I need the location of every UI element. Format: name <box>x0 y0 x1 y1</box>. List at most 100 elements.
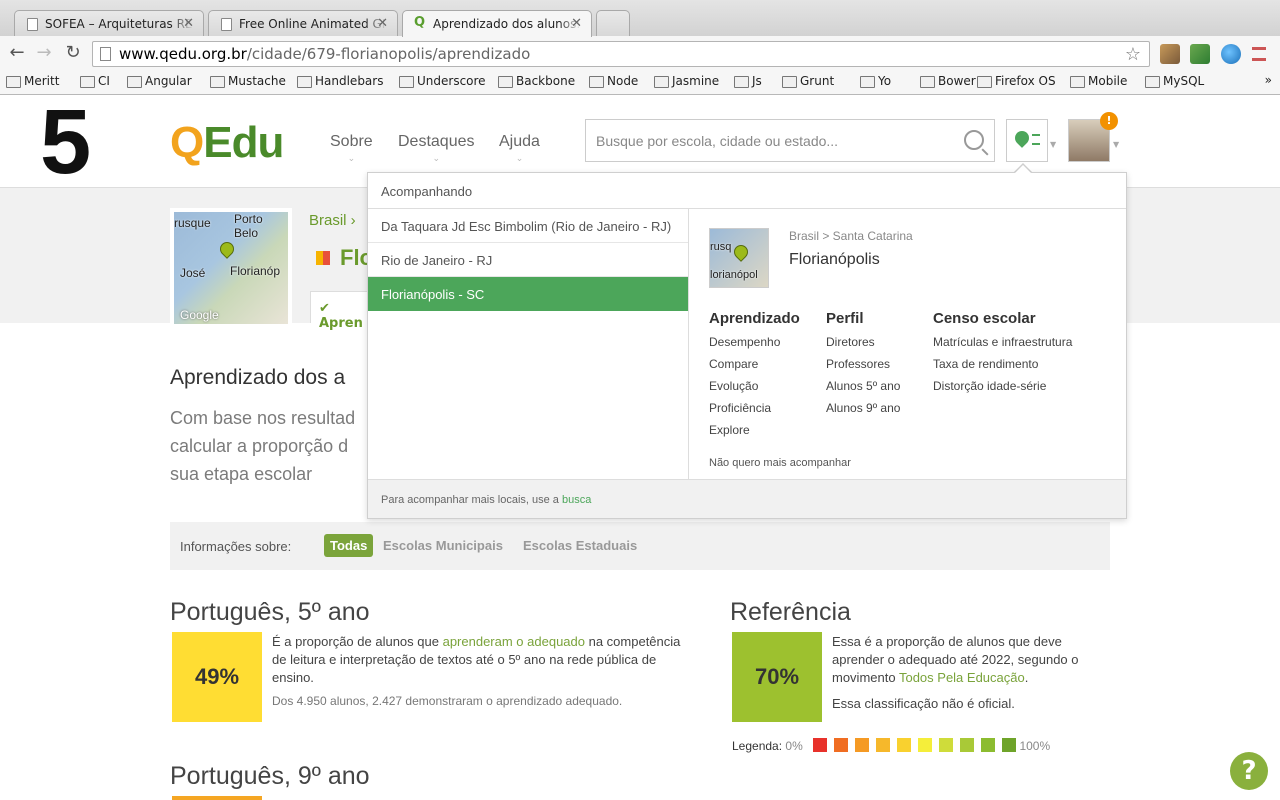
bookmark-item[interactable]: Backbone <box>498 74 575 88</box>
link-alunos-9[interactable]: Alunos 9º ano <box>826 397 900 419</box>
column-heading[interactable]: Perfil <box>826 310 900 327</box>
extension-icon[interactable] <box>1190 44 1210 64</box>
url-host: www.qedu.org.br <box>119 45 247 63</box>
legend-swatch <box>834 738 849 752</box>
map-label: José <box>180 266 206 280</box>
bookmark-item[interactable]: MySQL <box>1145 74 1204 88</box>
search-placeholder: Busque por escola, cidade ou estado... <box>596 133 839 149</box>
map-marker-icon <box>217 239 237 259</box>
column-heading[interactable]: Aprendizado <box>709 310 800 327</box>
dropdown-arrow-fill <box>1014 165 1032 174</box>
browser-tab-3[interactable]: Q Aprendizado dos alunos: F ✕ <box>402 10 592 37</box>
close-tab-icon[interactable]: ✕ <box>183 16 194 31</box>
google-logo: Google <box>180 308 219 322</box>
link-taxa-rendimento[interactable]: Taxa de rendimento <box>933 353 1072 375</box>
search-input[interactable]: Busque por escola, cidade ou estado... <box>585 119 995 162</box>
browser-tab-1[interactable]: SOFEA – Arquiteturas REST ✕ <box>14 10 204 36</box>
following-dropdown: Acompanhando Da Taquara Jd Esc Bimbolim … <box>367 172 1127 519</box>
bookmark-item[interactable]: Angular <box>127 74 192 88</box>
bookmark-item[interactable]: Mustache <box>210 74 286 88</box>
city-map-thumbnail[interactable]: rusq lorianópol <box>709 228 769 288</box>
search-icon[interactable] <box>964 130 984 150</box>
followed-item-selected[interactable]: Florianópolis - SC <box>368 277 688 311</box>
address-bar[interactable]: www.qedu.org.br/cidade/679-florianopolis… <box>92 41 1150 67</box>
browser-tab-2[interactable]: Free Online Animated GIF M ✕ <box>208 10 398 36</box>
globe-extension-icon[interactable] <box>1221 44 1241 64</box>
close-tab-icon[interactable]: ✕ <box>377 16 388 31</box>
bookmark-item[interactable]: Grunt <box>782 74 834 88</box>
unfollow-link[interactable]: Não quero mais acompanhar <box>709 457 851 469</box>
bookmark-item[interactable]: Js <box>734 74 762 88</box>
link-evolucao[interactable]: Evolução <box>709 375 800 397</box>
intro-text: Com base nos resultad calcular a proporç… <box>170 404 390 488</box>
filter-todas[interactable]: Todas <box>324 534 374 557</box>
followed-item[interactable]: Rio de Janeiro - RJ <box>368 243 688 277</box>
city-map-thumbnail[interactable]: rusque Porto Belo José Florianóp Google <box>170 208 292 328</box>
eyedropper-extension-icon[interactable] <box>1160 44 1180 64</box>
link-distorcao[interactable]: Distorção idade-série <box>933 375 1072 397</box>
map-label: Porto Belo <box>234 212 263 240</box>
legend-swatch <box>981 738 996 752</box>
filter-escolas-estaduais[interactable]: Escolas Estaduais <box>517 534 643 557</box>
desc-text: . <box>1024 670 1029 685</box>
link-matriculas[interactable]: Matrículas e infraestrutura <box>933 331 1072 353</box>
filter-escolas-municipais[interactable]: Escolas Municipais <box>377 534 509 557</box>
tab-title: SOFEA – Arquiteturas REST <box>45 17 193 31</box>
nav-label: Destaques <box>398 133 475 150</box>
city-title: Flo <box>316 245 373 271</box>
bookmark-item[interactable]: Underscore <box>399 74 486 88</box>
link-professores[interactable]: Professores <box>826 353 900 375</box>
menu-icon[interactable] <box>1252 47 1266 61</box>
bookmark-item[interactable]: Jasmine <box>654 74 719 88</box>
tab-title: Aprendizado dos alunos: F <box>433 17 581 31</box>
bookmark-item[interactable]: Node <box>589 74 638 88</box>
legend-swatch <box>939 738 954 752</box>
bookmark-item[interactable]: Meritt <box>6 74 59 88</box>
nav-sobre[interactable]: Sobre ⌄ <box>330 133 373 164</box>
bookmark-item[interactable]: Firefox OS <box>977 74 1056 88</box>
bookmark-item[interactable]: CI <box>80 74 110 88</box>
breadcrumb[interactable]: Brasil › <box>309 212 356 229</box>
nav-destaques[interactable]: Destaques ⌄ <box>398 133 475 164</box>
column-censo: Censo escolar Matrículas e infraestrutur… <box>933 310 1072 397</box>
bookmarks-bar: Meritt CI Angular Mustache Handlebars Undersc… <box>0 70 1280 95</box>
link-proficiencia[interactable]: Proficiência <box>709 397 800 419</box>
help-button[interactable]: ? <box>1230 752 1268 790</box>
bookmark-item[interactable]: Yo <box>860 74 891 88</box>
dropdown-breadcrumb[interactable]: Brasil > Santa Catarina <box>789 229 913 243</box>
forward-arrow-icon[interactable]: → <box>33 42 55 64</box>
close-tab-icon[interactable]: ✕ <box>571 16 582 31</box>
followed-item[interactable]: Da Taquara Jd Esc Bimbolim (Rio de Janei… <box>368 209 688 243</box>
following-button[interactable] <box>1006 119 1048 162</box>
reload-icon[interactable]: ↻ <box>62 42 84 64</box>
column-perfil: Perfil Diretores Professores Alunos 5º a… <box>826 310 900 419</box>
notification-badge[interactable]: ! <box>1100 112 1118 130</box>
link-compare[interactable]: Compare <box>709 353 800 375</box>
aprenderam-adequado-link[interactable]: aprenderam o adequado <box>443 634 585 649</box>
column-heading[interactable]: Censo escolar <box>933 310 1072 327</box>
link-diretores[interactable]: Diretores <box>826 331 900 353</box>
dropdown-city-name[interactable]: Florianópolis <box>789 251 880 269</box>
map-label: rusq <box>710 241 732 253</box>
bookmark-item[interactable]: Bower <box>920 74 976 88</box>
link-desempenho[interactable]: Desempenho <box>709 331 800 353</box>
new-tab-button[interactable] <box>596 10 630 36</box>
busca-link[interactable]: busca <box>562 494 591 506</box>
back-arrow-icon[interactable]: ← <box>6 42 28 64</box>
nav-ajuda[interactable]: Ajuda ⌄ <box>499 133 540 164</box>
caret-down-icon[interactable]: ▼ <box>1050 140 1056 149</box>
todos-pela-educacao-link[interactable]: Todos Pela Educação <box>899 670 1025 685</box>
qedu-logo[interactable]: QEdu <box>170 118 284 168</box>
bookmark-star-icon[interactable]: ☆ <box>1125 44 1141 65</box>
bookmark-item[interactable]: Mobile <box>1070 74 1127 88</box>
bookmark-item[interactable]: Handlebars <box>297 74 383 88</box>
legend-max: 100% <box>1019 739 1051 753</box>
logo-q: Q <box>170 118 204 167</box>
intro-line: calcular a proporção d <box>170 436 349 456</box>
link-alunos-5[interactable]: Alunos 5º ano <box>826 375 900 397</box>
bookmarks-overflow-icon[interactable]: » <box>1265 73 1272 87</box>
caret-down-icon[interactable]: ▼ <box>1113 140 1119 149</box>
intro-line: Com base nos resultad <box>170 408 356 428</box>
link-explore[interactable]: Explore <box>709 419 800 441</box>
tab-aprendizado[interactable]: ✔ Apren <box>310 291 370 331</box>
